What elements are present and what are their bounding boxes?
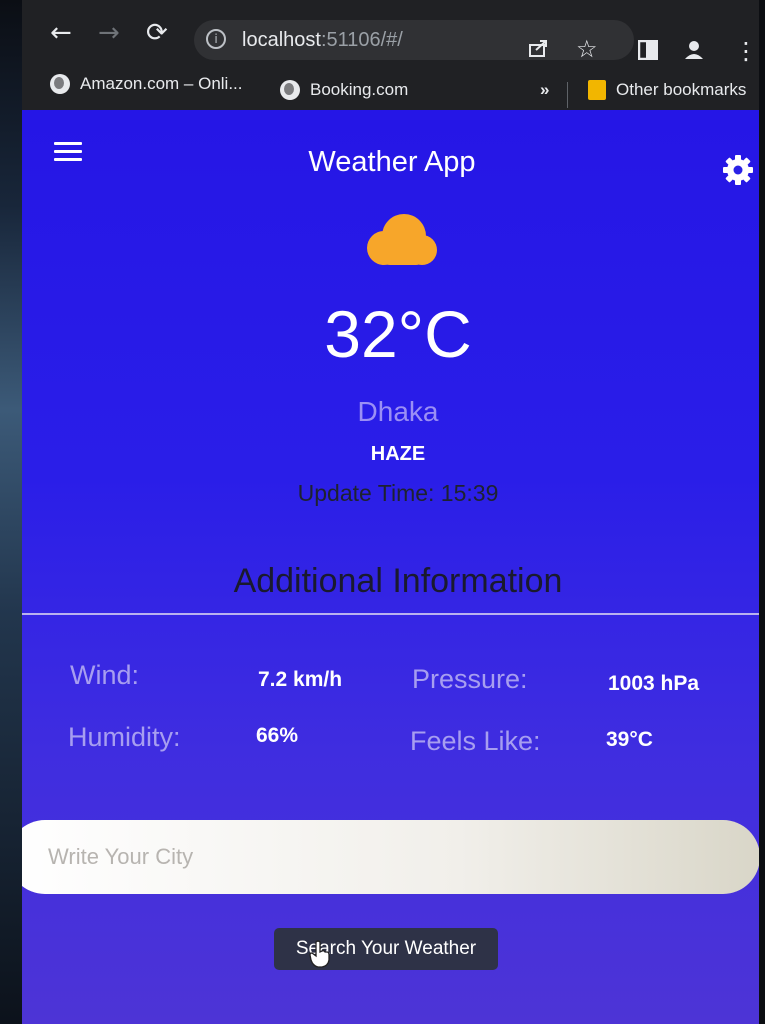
pressure-label: Pressure: (412, 664, 528, 694)
address-bar[interactable]: i localhost:51106/#/ (194, 20, 634, 60)
browser-menu-icon[interactable]: ⋮ (734, 38, 758, 64)
weather-app: Weather App 32°C Dhaka HAZE Update Time:… (22, 110, 762, 1024)
side-panel-icon[interactable] (638, 40, 658, 60)
temperature: 32°C (324, 297, 472, 371)
globe-icon (280, 80, 300, 100)
forward-icon[interactable]: → (98, 20, 120, 46)
pressure-value: 1003 hPa (608, 672, 700, 695)
update-time: Update Time: 15:39 (297, 480, 499, 506)
bookmarks-separator (567, 82, 568, 108)
additional-info-title: Additional Information (233, 562, 563, 600)
other-bookmarks[interactable]: Other bookmarks (588, 80, 746, 100)
weather-condition: HAZE (370, 443, 426, 465)
bookmark-booking[interactable]: Booking.com (280, 80, 408, 100)
info-icon[interactable]: i (206, 29, 226, 49)
star-icon[interactable]: ☆ (576, 36, 598, 62)
city-name: Dhaka (357, 396, 439, 427)
bookmark-label: Amazon.com – Onli... (80, 74, 243, 93)
settings-gear-icon[interactable] (722, 154, 754, 186)
folder-icon (588, 80, 606, 100)
reload-icon[interactable]: ⟳ (146, 20, 168, 46)
globe-icon (50, 74, 70, 94)
other-bookmarks-label: Other bookmarks (616, 80, 747, 99)
city-search-input[interactable] (22, 820, 760, 894)
url-host: localhost (242, 29, 321, 51)
feels-like-value: 39°C (606, 728, 653, 751)
feels-like-label: Feels Like: (410, 726, 541, 756)
screen-edge (759, 0, 765, 1024)
bookmark-label: Booking.com (310, 80, 409, 99)
humidity-value: 66% (256, 724, 299, 747)
cloud-icon (367, 214, 437, 265)
section-divider (22, 613, 762, 615)
wind-value: 7.2 km/h (258, 668, 343, 691)
back-icon[interactable]: ← (50, 20, 72, 46)
humidity-label: Humidity: (68, 722, 181, 752)
bookmarks-overflow-button[interactable]: » (540, 80, 549, 100)
hand-cursor-icon (309, 940, 330, 968)
bookmark-amazon[interactable]: Amazon.com – Onli... (50, 74, 243, 94)
url-path: :51106/#/ (320, 29, 403, 51)
share-icon[interactable] (528, 38, 550, 58)
bookmarks-bar: Amazon.com – Onli... Booking.com » Other… (22, 66, 762, 110)
browser-toolbar: ← → ⟳ i localhost:51106/#/ ☆ ⋮ (22, 0, 762, 66)
profile-icon[interactable] (684, 40, 704, 60)
wind-label: Wind: (70, 660, 140, 690)
browser-window: ← → ⟳ i localhost:51106/#/ ☆ ⋮ Amazon.co… (22, 0, 762, 1024)
app-title: Weather App (308, 146, 476, 178)
